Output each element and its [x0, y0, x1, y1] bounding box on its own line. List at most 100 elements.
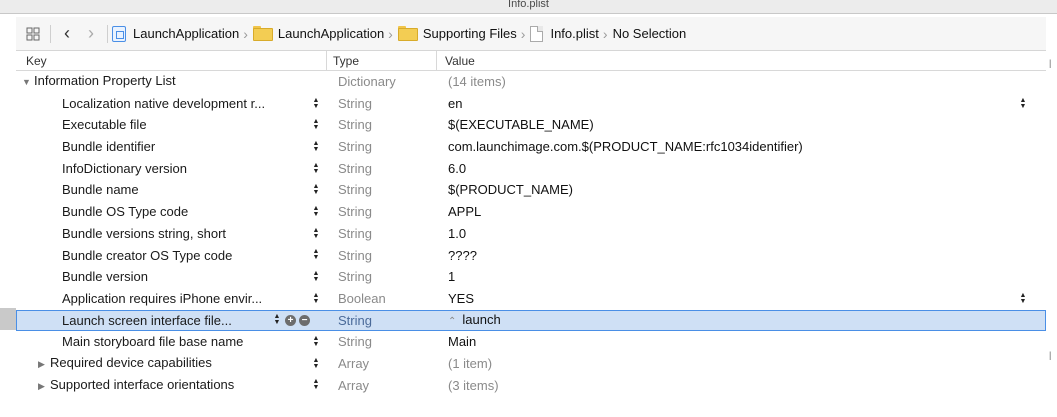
row-value[interactable]: 6.0	[436, 158, 1046, 180]
row-key[interactable]: Localization native development r...	[16, 93, 306, 115]
table-row[interactable]: Bundle version ▲ ▼ String 1	[16, 266, 1046, 288]
key-stepper-icon[interactable]: ▲ ▼	[311, 223, 321, 244]
table-row-root[interactable]: ▼ Information Property List Dictionary (1…	[16, 71, 1046, 93]
breadcrumb-project[interactable]: LaunchApplication ›	[112, 17, 253, 51]
row-value[interactable]: launch	[462, 312, 500, 327]
value-popup-stepper-icon[interactable]: ▲ ▼	[1018, 93, 1028, 115]
breadcrumb-label: Supporting Files	[422, 26, 517, 41]
row-value[interactable]: ????	[436, 245, 1046, 267]
row-key[interactable]: Bundle identifier	[16, 136, 306, 158]
combo-box-arrow-icon[interactable]: ⌃	[448, 316, 456, 327]
table-row[interactable]: Bundle name ▲ ▼ String $(PRODUCT_NAME)	[16, 179, 1046, 201]
row-type[interactable]: String	[326, 136, 436, 158]
key-column-header[interactable]: Key	[16, 51, 306, 70]
type-column-header[interactable]: Type	[326, 51, 436, 70]
row-key[interactable]: Required device capabilities	[50, 355, 212, 370]
table-row[interactable]: Bundle OS Type code ▲ ▼ String APPL	[16, 201, 1046, 223]
remove-row-icon[interactable]: −	[299, 314, 310, 326]
key-stepper-icon[interactable]: ▲ ▼	[311, 180, 321, 201]
key-stepper-icon[interactable]: ▲ ▼	[272, 310, 282, 331]
table-row[interactable]: Localization native development r... ▲ ▼ …	[16, 93, 1046, 115]
row-value[interactable]: com.launchimage.com.$(PRODUCT_NAME:rfc10…	[436, 136, 1046, 158]
related-items-grid-icon[interactable]	[16, 17, 46, 51]
breadcrumb-selection[interactable]: No Selection	[613, 17, 687, 51]
key-stepper-icon[interactable]: ▲ ▼	[311, 136, 321, 157]
value-popup-stepper-icon[interactable]: ▲ ▼	[1018, 288, 1028, 310]
table-row[interactable]: Main storyboard file base name ▲ ▼ String…	[16, 331, 1046, 353]
breadcrumb-supporting-files[interactable]: Supporting Files ›	[397, 17, 531, 51]
row-key[interactable]: Application requires iPhone envir...	[16, 288, 306, 310]
row-value[interactable]: 1.0	[436, 223, 1046, 245]
table-row[interactable]: Bundle creator OS Type code ▲ ▼ String ??…	[16, 245, 1046, 267]
table-header: Key Type Value	[16, 51, 1046, 71]
row-value[interactable]: YES	[436, 288, 1046, 310]
row-type: Dictionary	[338, 74, 396, 89]
breadcrumb-label: LaunchApplication	[133, 26, 240, 41]
jump-bar-divider	[107, 24, 108, 43]
row-value[interactable]: en	[436, 93, 1046, 115]
table-row[interactable]: Bundle identifier ▲ ▼ String com.launchim…	[16, 136, 1046, 158]
value-column-header[interactable]: Value	[436, 51, 1046, 70]
breadcrumb-label: Info.plist	[550, 26, 599, 41]
row-value[interactable]: 1	[436, 266, 1046, 288]
jump-bar: ‹ › LaunchApplication › LaunchApplicatio…	[16, 17, 1046, 51]
add-row-icon[interactable]: +	[285, 314, 296, 326]
row-type[interactable]: Array	[326, 375, 436, 397]
jump-bar-divider	[50, 24, 51, 43]
forward-arrow-icon[interactable]: ›	[79, 17, 103, 51]
row-key[interactable]: Bundle name	[16, 179, 306, 201]
row-type[interactable]: String	[326, 266, 436, 288]
disclosure-collapsed-icon[interactable]: ▶	[38, 376, 50, 398]
row-key[interactable]: Executable file	[16, 114, 306, 136]
row-key[interactable]: Bundle versions string, short	[16, 223, 306, 245]
row-type[interactable]: String	[326, 158, 436, 180]
row-value: (14 items)	[448, 74, 506, 89]
table-row[interactable]: InfoDictionary version ▲ ▼ String 6.0	[16, 158, 1046, 180]
row-type[interactable]: String	[326, 310, 436, 332]
row-type[interactable]: Array	[326, 353, 436, 375]
key-stepper-icon[interactable]: ▲ ▼	[311, 158, 321, 179]
breadcrumb-group[interactable]: LaunchApplication ›	[252, 17, 398, 51]
disclosure-collapsed-icon[interactable]: ▶	[38, 354, 50, 376]
table-row-selected[interactable]: Launch screen interface file... String ⌃…	[16, 309, 1046, 332]
row-type[interactable]: String	[326, 331, 436, 353]
key-stepper-icon[interactable]: ▲ ▼	[311, 288, 321, 309]
row-value[interactable]: APPL	[436, 201, 1046, 223]
disclosure-expanded-icon[interactable]: ▼	[22, 72, 34, 94]
row-type[interactable]: String	[326, 201, 436, 223]
row-key: Information Property List	[34, 73, 176, 88]
row-value[interactable]: $(PRODUCT_NAME)	[436, 179, 1046, 201]
folder-icon	[252, 26, 273, 41]
breadcrumb-file[interactable]: Info.plist ›	[530, 17, 612, 51]
window-title: Info.plist	[0, 0, 1057, 14]
table-row[interactable]: Executable file ▲ ▼ String $(EXECUTABLE_N…	[16, 114, 1046, 136]
row-key[interactable]: Bundle OS Type code	[16, 201, 306, 223]
row-key[interactable]: Launch screen interface file...	[16, 310, 306, 332]
row-type[interactable]: String	[326, 114, 436, 136]
table-row[interactable]: ▶ Supported interface orientations ▲ ▼ Arr…	[16, 375, 1046, 397]
table-row[interactable]: Application requires iPhone envir... ▲ ▼ …	[16, 288, 1046, 310]
table-row[interactable]: Bundle versions string, short ▲ ▼ String …	[16, 223, 1046, 245]
row-key[interactable]: Bundle creator OS Type code	[16, 245, 306, 267]
key-stepper-icon[interactable]: ▲ ▼	[311, 267, 321, 288]
table-row[interactable]: ▶ Required device capabilities ▲ ▼ Array (…	[16, 353, 1046, 375]
row-type[interactable]: String	[326, 93, 436, 115]
row-key[interactable]: Bundle version	[16, 266, 306, 288]
key-stepper-icon[interactable]: ▲ ▼	[311, 353, 321, 374]
key-stepper-icon[interactable]: ▲ ▼	[311, 245, 321, 266]
key-stepper-icon[interactable]: ▲ ▼	[311, 201, 321, 222]
row-key[interactable]: Main storyboard file base name	[16, 331, 306, 353]
row-type[interactable]: String	[326, 245, 436, 267]
key-stepper-icon[interactable]: ▲ ▼	[311, 332, 321, 353]
row-key[interactable]: Supported interface orientations	[50, 377, 234, 392]
key-stepper-icon[interactable]: ▲ ▼	[311, 115, 321, 136]
row-type[interactable]: String	[326, 179, 436, 201]
row-type[interactable]: Boolean	[326, 288, 436, 310]
back-arrow-icon[interactable]: ‹	[55, 17, 79, 51]
key-stepper-icon[interactable]: ▲ ▼	[311, 375, 321, 396]
key-stepper-icon[interactable]: ▲ ▼	[311, 93, 321, 114]
row-value[interactable]: Main	[436, 331, 1046, 353]
row-type[interactable]: String	[326, 223, 436, 245]
row-key[interactable]: InfoDictionary version	[16, 158, 306, 180]
row-value[interactable]: $(EXECUTABLE_NAME)	[436, 114, 1046, 136]
